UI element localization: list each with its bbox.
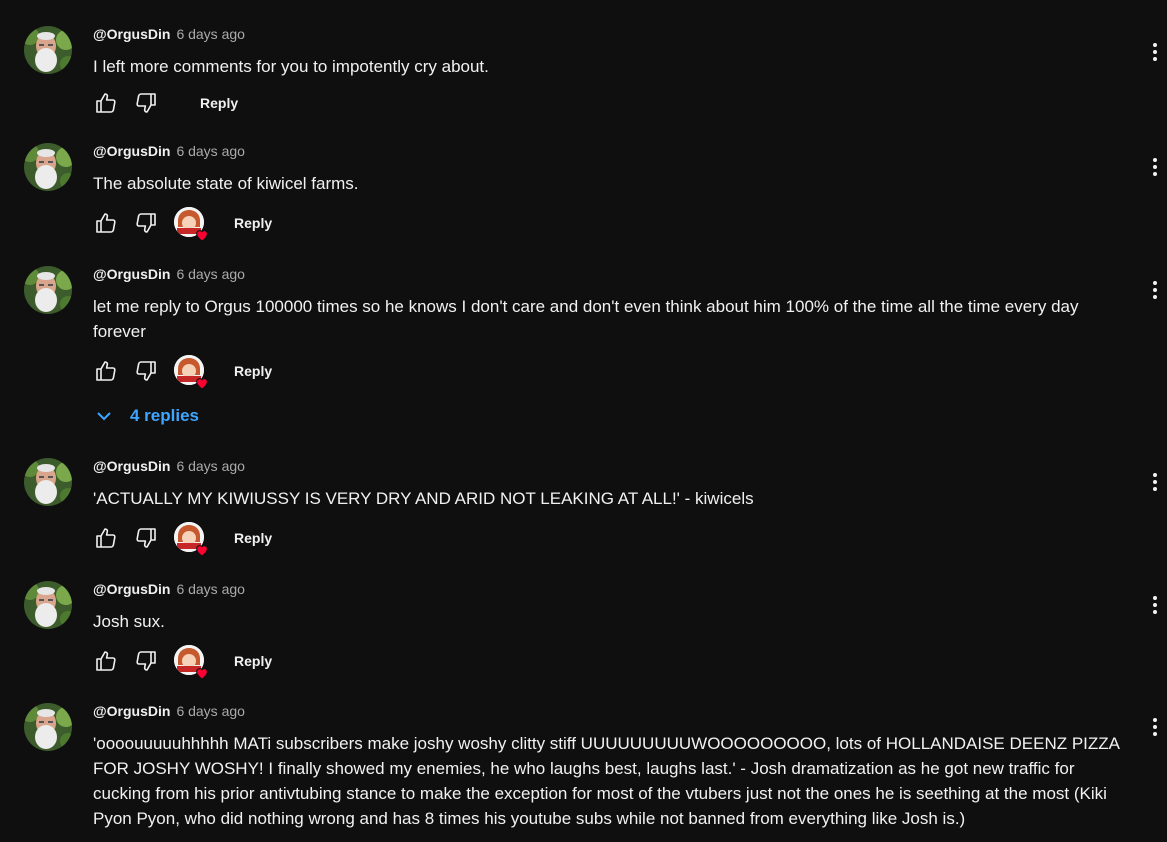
comment-text: 'ACTUALLY MY KIWIUSSY IS VERY DRY AND AR…	[93, 489, 754, 508]
more-vert-icon[interactable]	[1140, 462, 1167, 502]
avatar[interactable]	[24, 458, 72, 506]
heart-icon	[194, 542, 210, 558]
comment-text: 'oooouuuuuhhhhh MATi subscribers make jo…	[93, 734, 1120, 828]
comment-timestamp[interactable]: 6 days ago	[176, 266, 245, 282]
reply-button[interactable]: Reply	[190, 85, 248, 121]
reply-button[interactable]: Reply	[224, 520, 282, 556]
reply-button[interactable]: Reply	[224, 353, 282, 389]
creator-heart-badge[interactable]	[174, 207, 206, 239]
comment-text: Josh sux.	[93, 612, 165, 631]
comment-author[interactable]: @OrgusDin	[93, 26, 170, 42]
heart-icon	[194, 665, 210, 681]
heart-icon	[194, 375, 210, 391]
heart-icon	[194, 227, 210, 243]
avatar[interactable]	[24, 143, 72, 191]
comment-author[interactable]: @OrgusDin	[93, 458, 170, 474]
more-vert-icon[interactable]	[1140, 585, 1167, 625]
avatar[interactable]	[24, 266, 72, 314]
thumbs-down-icon[interactable]	[128, 353, 164, 389]
comment-author[interactable]: @OrgusDin	[93, 581, 170, 597]
avatar[interactable]	[24, 703, 72, 751]
thumbs-up-icon[interactable]	[88, 353, 124, 389]
reply-button[interactable]: Reply	[224, 643, 282, 679]
thumbs-down-icon[interactable]	[128, 643, 164, 679]
creator-heart-badge[interactable]	[174, 355, 206, 387]
replies-count: 4 replies	[130, 406, 199, 425]
thumbs-up-icon[interactable]	[88, 85, 124, 121]
comment-text: I left more comments for you to impotent…	[93, 57, 489, 76]
creator-heart-badge[interactable]	[174, 645, 206, 677]
comment-timestamp[interactable]: 6 days ago	[176, 458, 245, 474]
comment-timestamp[interactable]: 6 days ago	[176, 581, 245, 597]
more-vert-icon[interactable]	[1140, 270, 1167, 310]
more-vert-icon[interactable]	[1140, 32, 1167, 72]
comment-author[interactable]: @OrgusDin	[93, 703, 170, 719]
comment-text: The absolute state of kiwicel farms.	[93, 174, 359, 193]
more-vert-icon[interactable]	[1140, 147, 1167, 187]
comment-author[interactable]: @OrgusDin	[93, 266, 170, 282]
thumbs-up-icon[interactable]	[88, 205, 124, 241]
more-vert-icon[interactable]	[1140, 707, 1167, 747]
thumbs-down-icon[interactable]	[128, 85, 164, 121]
comment-timestamp[interactable]: 6 days ago	[176, 143, 245, 159]
creator-heart-badge[interactable]	[174, 522, 206, 554]
thumbs-up-icon[interactable]	[88, 520, 124, 556]
reply-button[interactable]: Reply	[224, 205, 282, 241]
comment-timestamp[interactable]: 6 days ago	[176, 703, 245, 719]
thumbs-up-icon[interactable]	[88, 643, 124, 679]
avatar[interactable]	[24, 26, 72, 74]
comment-text: let me reply to Orgus 100000 times so he…	[93, 297, 1079, 341]
chevron-down-icon	[97, 412, 111, 421]
comment-timestamp[interactable]: 6 days ago	[176, 26, 245, 42]
comment-author[interactable]: @OrgusDin	[93, 143, 170, 159]
thumbs-down-icon[interactable]	[128, 520, 164, 556]
avatar[interactable]	[24, 581, 72, 629]
thumbs-down-icon[interactable]	[128, 205, 164, 241]
view-replies-button[interactable]: 4 replies	[92, 402, 199, 430]
